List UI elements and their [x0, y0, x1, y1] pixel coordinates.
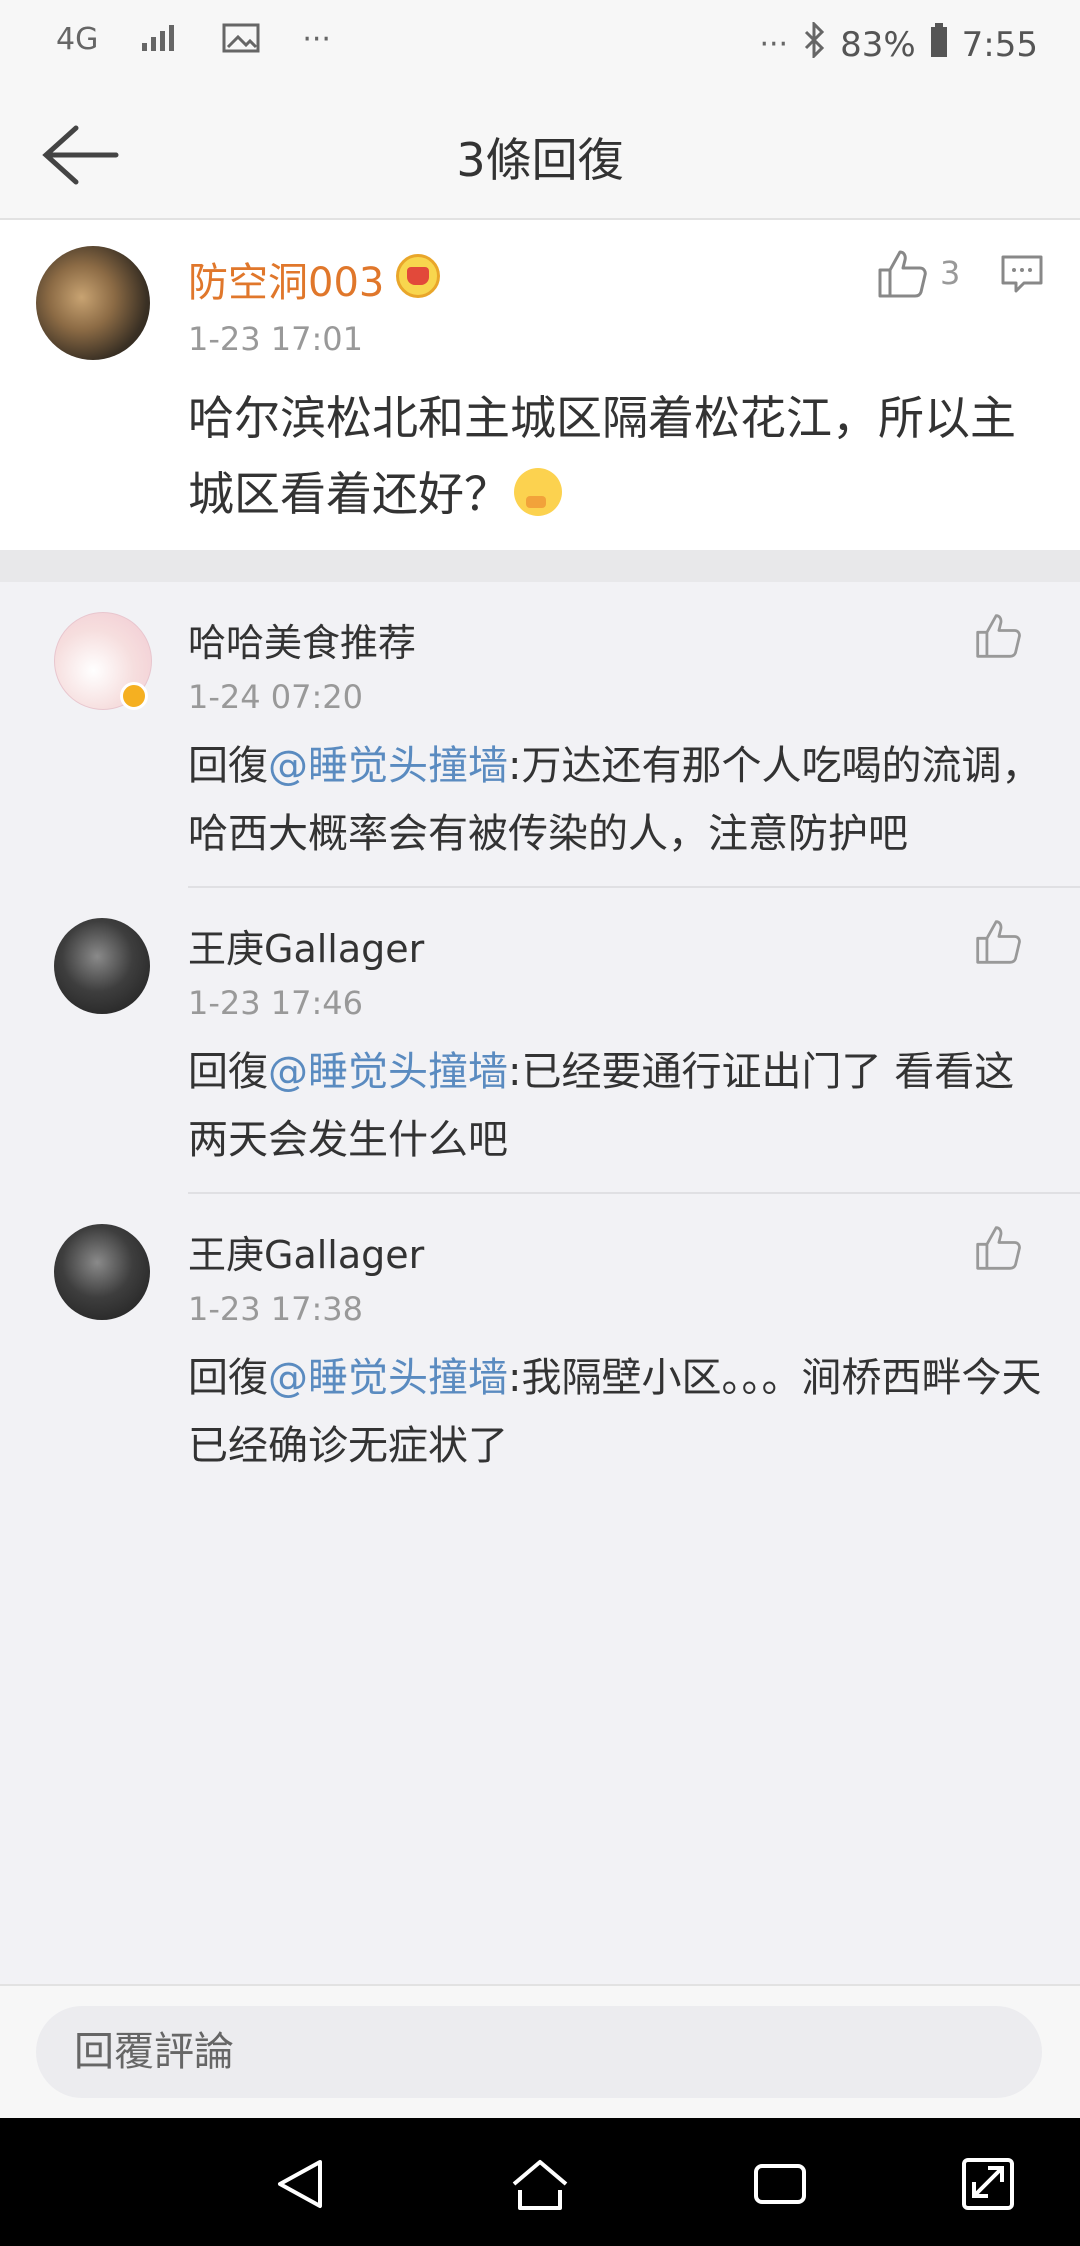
triangle-back-icon: [278, 2160, 322, 2208]
avatar[interactable]: [36, 246, 150, 360]
page-title: 3條回復: [456, 133, 624, 187]
reply-item: 王庚Gallager 1-23 17:46 回復@睡觉头撞墙:已经要通行证出门了…: [0, 888, 1080, 1194]
username[interactable]: 防空洞003: [188, 250, 384, 308]
system-expand-button[interactable]: [958, 2156, 1018, 2212]
avatar[interactable]: [54, 1224, 150, 1320]
verified-badge-icon: [120, 682, 148, 710]
comment-text: 哈尔滨松北和主城区隔着松花江，所以主城区看着还好？: [188, 380, 1028, 532]
reply-prefix: 回復: [188, 743, 268, 789]
mention-link[interactable]: @睡觉头撞墙: [268, 743, 508, 789]
battery-percent: 83%: [840, 24, 916, 65]
replies-list: 哈哈美食推荐 1-24 07:20 回復@睡觉头撞墙:万达还有那个人吃喝的流调，…: [0, 582, 1080, 1984]
reply-comment-input[interactable]: [36, 2006, 1042, 2098]
navigation-bar: 3條回復: [0, 92, 1080, 220]
username[interactable]: 王庚Gallager: [188, 1224, 424, 1279]
status-bar: 4G ··· ··· 83% 7:55: [0, 0, 1080, 92]
network-type: 4G: [56, 22, 99, 57]
like-button[interactable]: [974, 612, 1022, 660]
like-button[interactable]: [974, 918, 1022, 966]
reply-button[interactable]: [1000, 254, 1044, 294]
thumbs-up-icon: [976, 1226, 1021, 1270]
comment-bar: [0, 1984, 1080, 2120]
reply-prefix: 回復: [188, 1355, 268, 1401]
comment-time: 1-23 17:01: [188, 320, 364, 358]
mention-link[interactable]: @睡觉头撞墙: [268, 1355, 508, 1401]
more-notifications-indicator: ···: [302, 22, 331, 57]
home-icon: [512, 2160, 568, 2210]
image-icon: [222, 23, 260, 57]
crown-badge-icon: [396, 254, 440, 298]
reply-text: 回復@睡觉头撞墙:我隔壁小区。。。涧桥西畔今天已经确诊无症状了: [188, 1344, 1048, 1480]
username[interactable]: 哈哈美食推荐: [188, 612, 416, 667]
thumbs-up-icon: [976, 920, 1021, 964]
reply-time: 1-23 17:38: [188, 1290, 364, 1328]
clock: 7:55: [961, 24, 1038, 65]
system-recents-button[interactable]: [750, 2156, 810, 2212]
reply-text: 回復@睡觉头撞墙:已经要通行证出门了 看看这两天会发生什么吧: [188, 1038, 1048, 1174]
system-back-button[interactable]: [270, 2156, 330, 2212]
thumbs-up-icon: [878, 250, 927, 298]
thinking-emoji-icon: [514, 468, 562, 516]
bluetooth-icon: [802, 20, 826, 67]
reply-item: 哈哈美食推荐 1-24 07:20 回復@睡觉头撞墙:万达还有那个人吃喝的流调，…: [0, 582, 1080, 888]
section-divider: [0, 550, 1080, 582]
like-button[interactable]: [876, 248, 928, 300]
like-button[interactable]: [974, 1224, 1022, 1272]
more-status-indicator: ···: [759, 27, 789, 62]
expand-arrows-icon: [962, 2158, 1014, 2210]
reply-text: 回復@睡觉头撞墙:万达还有那个人吃喝的流调，哈西大概率会有被传染的人，注意防护吧: [188, 732, 1048, 868]
mention-link[interactable]: @睡觉头撞墙: [268, 1049, 508, 1095]
reply-item: 王庚Gallager 1-23 17:38 回復@睡觉头撞墙:我隔壁小区。。。涧…: [0, 1194, 1080, 1500]
comment-icon: [1001, 255, 1043, 293]
battery-icon: [930, 23, 948, 66]
thumbs-up-icon: [976, 614, 1021, 658]
main-comment: 防空洞003 1-23 17:01 哈尔滨松北和主城区隔着松花江，所以主城区看着…: [0, 220, 1080, 550]
avatar[interactable]: [54, 918, 150, 1014]
system-home-button[interactable]: [510, 2156, 570, 2212]
system-navigation-bar: [0, 2118, 1080, 2246]
signal-icon: [140, 23, 180, 57]
recents-icon: [754, 2164, 806, 2204]
reply-prefix: 回復: [188, 1049, 268, 1095]
like-count: 3: [940, 254, 961, 292]
comment-body: 哈尔滨松北和主城区隔着松花江，所以主城区看着还好？: [188, 391, 1016, 521]
reply-time: 1-24 07:20: [188, 678, 364, 716]
username[interactable]: 王庚Gallager: [188, 918, 424, 973]
reply-time: 1-23 17:46: [188, 984, 364, 1022]
